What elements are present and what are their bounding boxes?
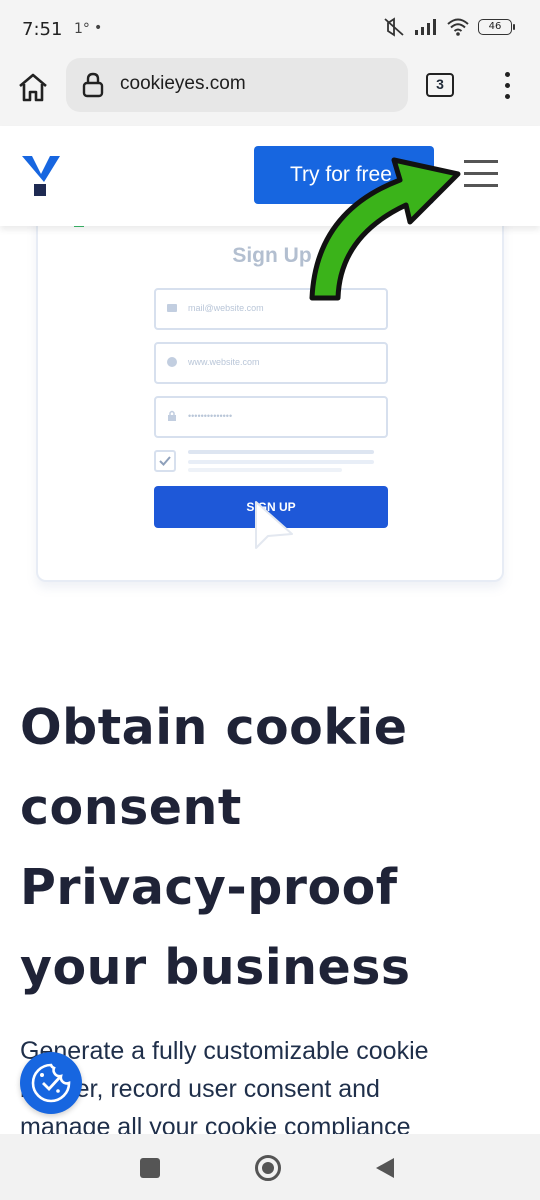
address-bar[interactable]: cookieyes.com xyxy=(66,58,408,112)
padlock-icon xyxy=(168,410,176,421)
wifi-icon xyxy=(447,18,469,36)
arrow-annotation-icon xyxy=(309,157,461,301)
terms-checkbox xyxy=(154,450,176,472)
hero-text-line: banner, record user consent and xyxy=(20,1075,380,1103)
status-time: 7:51 xyxy=(22,19,63,40)
home-icon[interactable] xyxy=(16,71,50,105)
terms-line-1 xyxy=(188,450,374,454)
back-icon[interactable] xyxy=(374,1156,396,1180)
email-placeholder: mail@website.com xyxy=(188,303,264,313)
hero-heading-line: Privacy-proof xyxy=(20,859,398,916)
mute-icon xyxy=(384,17,404,37)
check-icon xyxy=(159,456,171,466)
url-text: cookieyes.com xyxy=(120,73,246,94)
website-placeholder: www.website.com xyxy=(188,357,260,367)
hero-text-line: Generate a fully customizable cookie xyxy=(20,1037,429,1065)
mail-icon xyxy=(167,304,177,312)
cookie-consent-button[interactable] xyxy=(20,1052,82,1114)
signal-icon xyxy=(415,19,436,35)
hero-heading-line: consent xyxy=(20,779,242,836)
hero-heading-line: Obtain cookie xyxy=(20,699,408,756)
status-temperature: 1° xyxy=(74,21,90,37)
status-notification-dot: • xyxy=(94,20,103,36)
system-navigation-bar xyxy=(0,1134,540,1200)
hero-heading: Obtain cookie consent Privacy-proof your… xyxy=(20,688,520,1008)
browser-toolbar: cookieyes.com 3 xyxy=(0,58,540,126)
overflow-menu-icon[interactable] xyxy=(496,70,520,102)
pointer-cursor-icon xyxy=(255,501,293,549)
tab-switcher-button[interactable]: 3 xyxy=(426,73,454,97)
status-bar: 7:51 1° • 46 xyxy=(0,0,540,60)
cookieyes-logo[interactable] xyxy=(22,152,60,198)
website-field: www.website.com xyxy=(154,342,388,384)
battery-indicator: 46 xyxy=(478,19,515,35)
terms-line-3 xyxy=(188,468,342,472)
home-button[interactable] xyxy=(255,1155,281,1181)
recent-apps-button[interactable] xyxy=(140,1158,160,1178)
globe-icon xyxy=(167,357,177,367)
hero-description: Generate a fully customizable cookie ban… xyxy=(20,1032,520,1146)
status-icons: 46 xyxy=(382,17,515,37)
password-placeholder: •••••••••••••• xyxy=(188,411,233,421)
password-field: •••••••••••••• xyxy=(154,396,388,438)
hero-heading-line: your business xyxy=(20,939,411,996)
cookie-consent-icon xyxy=(31,1063,71,1103)
terms-line-2 xyxy=(188,460,374,464)
lock-icon xyxy=(82,72,104,98)
